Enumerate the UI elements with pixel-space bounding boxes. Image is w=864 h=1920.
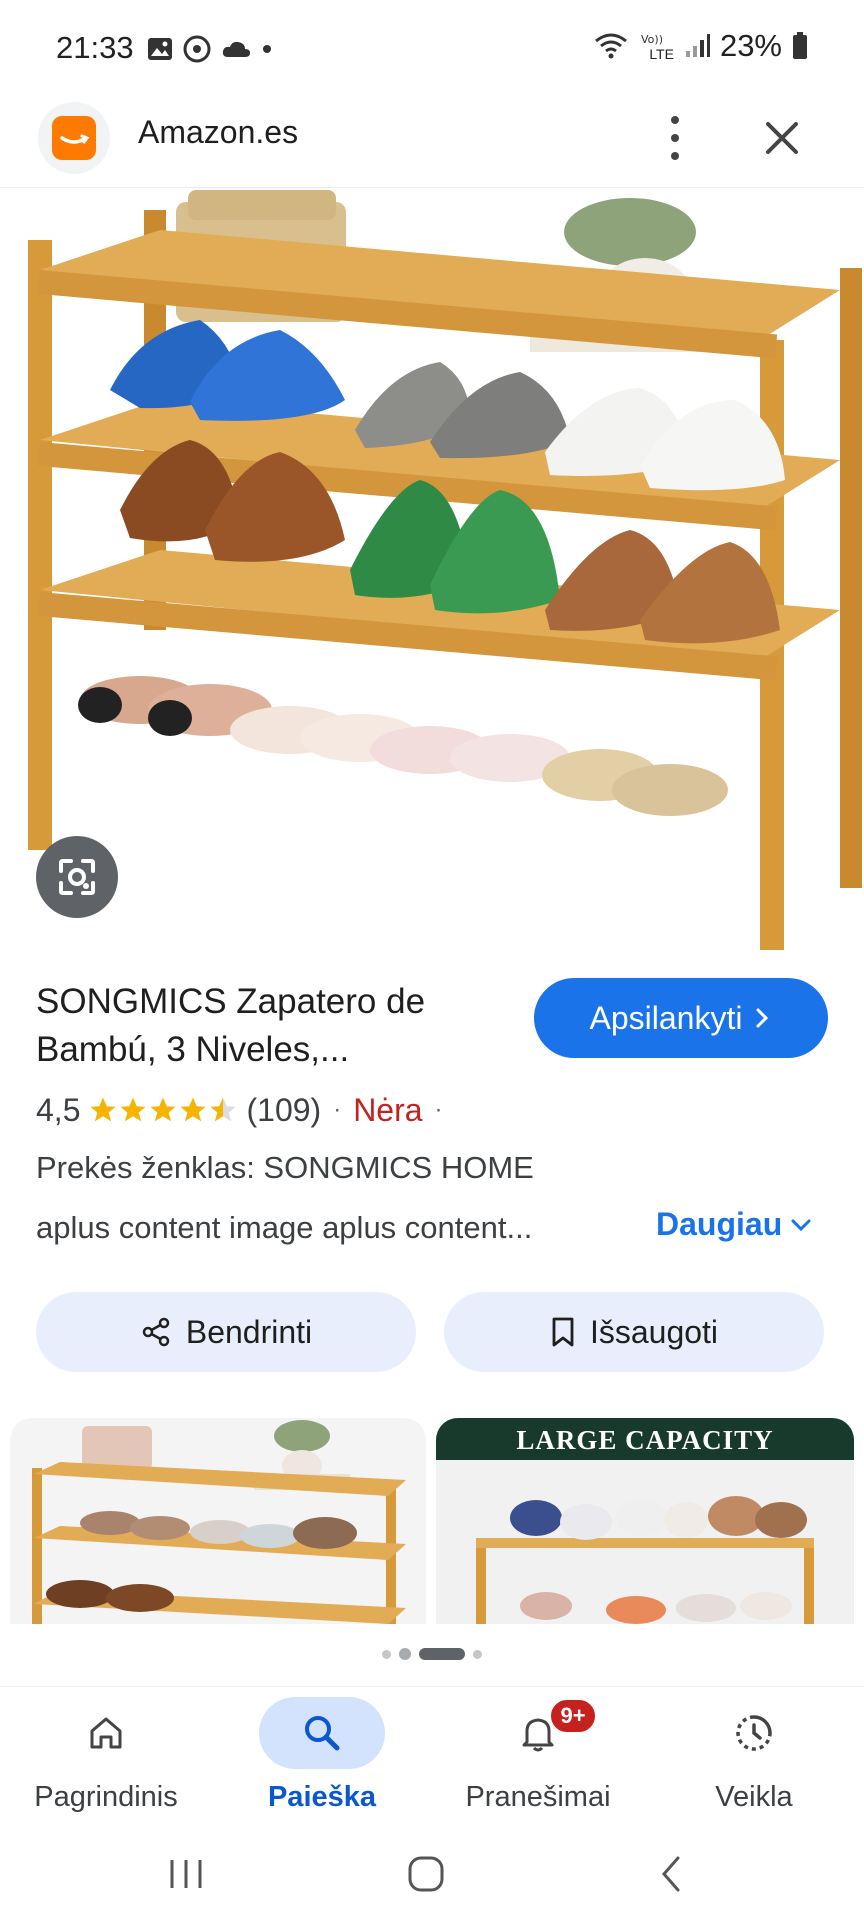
nav-label-activity: Veikla (715, 1781, 793, 1813)
close-icon[interactable] (758, 114, 806, 162)
status-icons-right: Vo)) LTE 23% (593, 28, 808, 64)
star-icon (150, 1097, 176, 1122)
status-time: 21:33 (56, 30, 134, 65)
save-button[interactable]: Išsaugoti (444, 1292, 824, 1372)
more-options-icon[interactable] (660, 110, 690, 166)
carousel-indicator (0, 1648, 864, 1660)
nav-label-home: Pagrindinis (34, 1781, 178, 1813)
lens-icon[interactable] (36, 836, 118, 918)
more-link[interactable]: Daugiau (656, 1206, 812, 1243)
share-icon (142, 1317, 170, 1347)
product-title-line2: Bambú, 3 Niveles,... (36, 1030, 350, 1069)
review-count[interactable]: (109) (246, 1092, 321, 1129)
app-header: Amazon.es (0, 88, 864, 188)
dot-icon (263, 45, 271, 53)
cloud-icon (222, 41, 250, 57)
separator-dot: · (333, 1096, 342, 1123)
notification-badge: 9+ (548, 1697, 598, 1735)
amazon-logo-icon (52, 116, 96, 160)
rating-value: 4,5 (36, 1091, 81, 1128)
nav-item-search[interactable]: Paieška (222, 1687, 422, 1827)
back-icon[interactable] (656, 1854, 686, 1894)
star-icon (120, 1097, 146, 1122)
carousel-dot (473, 1649, 482, 1659)
thumbnail-banner: LARGE CAPACITY (436, 1418, 854, 1460)
nav-icon-container (259, 1697, 385, 1769)
share-label: Bendrinti (185, 1313, 313, 1350)
rating-row: 4,5 (109) · Nėra · (36, 1088, 455, 1132)
signal-icon (685, 34, 710, 57)
description-line: aplus content image aplus content... (36, 1210, 533, 1245)
home-icon (90, 1717, 122, 1749)
site-title: Amazon.es (138, 114, 299, 150)
recent-apps-icon[interactable] (166, 1856, 206, 1892)
status-icons-left (146, 34, 274, 64)
carousel-dot-active (419, 1648, 465, 1660)
nav-label-notifications: Pranešimai (465, 1781, 611, 1813)
thumbnail-1[interactable] (10, 1418, 426, 1624)
separator-dot: · (434, 1096, 443, 1123)
thumbnail-2[interactable]: LARGE CAPACITY (436, 1418, 854, 1624)
share-button[interactable]: Bendrinti (36, 1292, 416, 1372)
nav-label-search: Paieška (267, 1781, 377, 1813)
battery-percent: 23% (719, 28, 782, 63)
carousel-dot (399, 1648, 411, 1660)
circle-icon (183, 35, 211, 63)
star-icon (90, 1097, 116, 1122)
home-button-icon[interactable] (406, 1854, 446, 1894)
nav-icon-container (691, 1697, 817, 1769)
product-image[interactable] (0, 190, 864, 950)
nav-item-activity[interactable]: Veikla (654, 1687, 854, 1827)
system-nav-bar (0, 1830, 864, 1920)
nav-item-notifications[interactable]: 9+ Pranešimai (438, 1687, 638, 1827)
chevron-down-icon (791, 1219, 811, 1231)
chevron-right-icon (756, 1008, 769, 1028)
save-label: Išsaugoti (589, 1313, 719, 1350)
product-title-line1: SONGMICS Zapatero de (36, 982, 426, 1021)
bottom-nav: Pagrindinis Paieška 9+ Pranešimai Veikla (0, 1686, 864, 1826)
thumbnail-1-image (32, 1420, 406, 1624)
visit-button[interactable]: Apsilankyti (534, 978, 828, 1058)
rating-stars (88, 1095, 238, 1125)
svg-text:Vo)): Vo)) (641, 33, 663, 46)
visit-button-label: Apsilankyti (589, 999, 743, 1036)
bookmark-icon (552, 1317, 574, 1347)
site-favicon (38, 102, 110, 174)
status-bar: 21:33 Vo)) LTE 23% (0, 0, 864, 96)
activity-icon (736, 1715, 772, 1751)
search-icon (305, 1716, 340, 1751)
more-link-label: Daugiau (656, 1206, 783, 1242)
network-label: LTE (649, 46, 674, 62)
gallery-icon (148, 38, 172, 60)
battery-icon (793, 32, 807, 59)
star-icon (180, 1097, 206, 1122)
stock-status: Nėra (353, 1091, 423, 1128)
nav-icon-container (43, 1697, 169, 1769)
shoe-rack-illustration (28, 190, 862, 950)
product-title[interactable]: SONGMICS Zapatero de Bambú, 3 Niveles,..… (36, 978, 506, 1074)
carousel-dot (382, 1649, 391, 1659)
wifi-icon (595, 33, 628, 59)
nav-item-home[interactable]: Pagrindinis (6, 1687, 206, 1827)
star-half-icon (210, 1097, 236, 1122)
brand-line: Prekės ženklas: SONGMICS HOME (36, 1150, 534, 1185)
